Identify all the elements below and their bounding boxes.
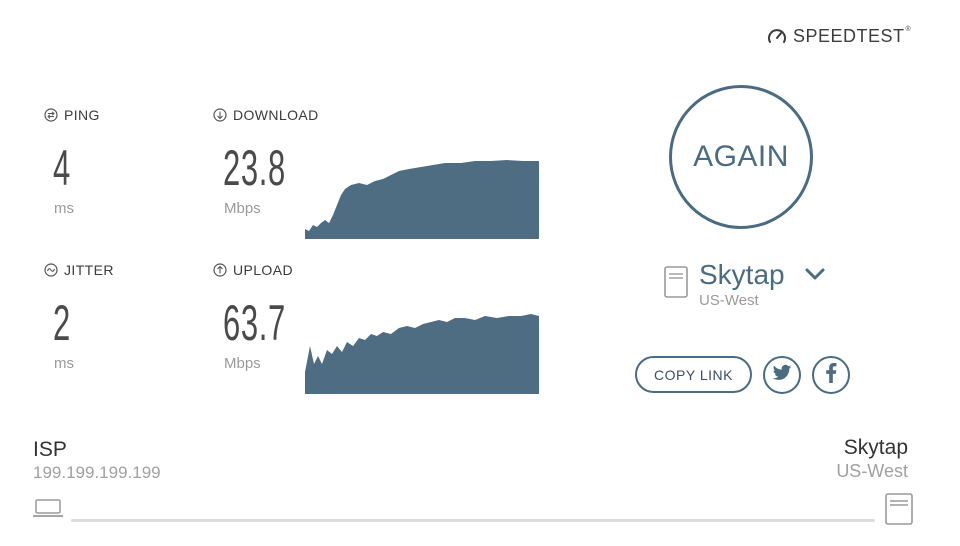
ping-unit: ms	[54, 200, 74, 217]
download-unit: Mbps	[224, 200, 261, 217]
brand-name: SPEEDTEST®	[793, 26, 912, 46]
upload-graph	[305, 312, 540, 394]
connection-track	[71, 519, 875, 522]
ping-value: 4	[53, 140, 71, 196]
copy-link-label: COPY LINK	[654, 366, 733, 383]
twitter-icon	[772, 364, 792, 387]
download-value: 23.8	[223, 140, 286, 196]
speedtest-logo: SPEEDTEST®	[767, 26, 911, 47]
server-end-icon	[885, 493, 913, 530]
connection-server-name: Skytap	[843, 436, 908, 459]
download-label: DOWNLOAD	[213, 107, 319, 123]
ping-icon	[44, 108, 58, 122]
again-label: AGAIN	[693, 140, 789, 173]
upload-label: UPLOAD	[213, 262, 293, 278]
speedometer-icon	[767, 27, 787, 47]
chevron-down-icon[interactable]	[804, 266, 826, 287]
facebook-icon	[825, 362, 837, 388]
connection-server-location: US-West	[836, 461, 908, 481]
laptop-icon	[33, 499, 63, 524]
jitter-unit: ms	[54, 355, 74, 372]
upload-unit: Mbps	[224, 355, 261, 372]
server-location: US-West	[699, 292, 759, 309]
jitter-value: 2	[53, 295, 71, 351]
server-icon	[664, 266, 688, 303]
again-button[interactable]: AGAIN	[669, 85, 813, 229]
upload-arrow-icon	[213, 263, 227, 277]
download-arrow-icon	[213, 108, 227, 122]
server-name[interactable]: Skytap	[699, 259, 785, 291]
ping-label: PING	[44, 107, 100, 123]
twitter-button[interactable]	[763, 356, 801, 394]
upload-value: 63.7	[223, 295, 286, 351]
copy-link-button[interactable]: COPY LINK	[635, 356, 752, 393]
download-graph	[305, 157, 540, 239]
jitter-label: JITTER	[44, 262, 114, 278]
facebook-button[interactable]	[812, 356, 850, 394]
isp-ip-address: 199.199.199.199	[33, 463, 161, 482]
jitter-icon	[44, 263, 58, 277]
isp-label: ISP	[33, 438, 67, 461]
